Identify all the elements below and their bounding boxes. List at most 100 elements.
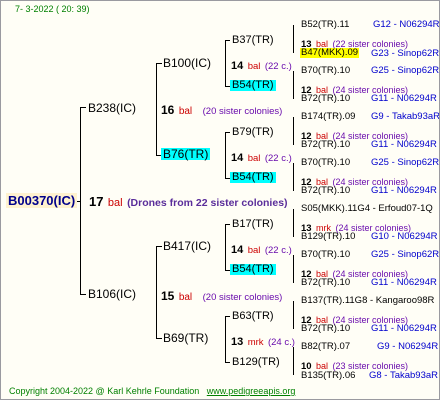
- g4-queen[interactable]: B70(TR).10: [301, 66, 350, 76]
- sister-count: 16: [161, 103, 175, 117]
- ggp-queen[interactable]: B79(TR): [232, 127, 274, 138]
- connector-line: [225, 316, 230, 317]
- pedigree-panel: 7- 3-2022 ( 20: 39) B00370(IC) 17 bal (D…: [0, 0, 440, 400]
- grandparent-drone-info: 14 bal (22 c.): [231, 57, 292, 73]
- g4-queen[interactable]: B72(TR).10: [301, 324, 350, 334]
- connector-line: [225, 316, 226, 362]
- sister-count: 14: [231, 60, 244, 72]
- connector-line: [293, 347, 294, 375]
- g4-queen[interactable]: B47(MKK).09: [300, 48, 360, 58]
- g4-queen[interactable]: B137(TR).11G8 - Kangaroo98R: [301, 296, 434, 306]
- connector-line: [225, 132, 230, 133]
- connector-line: [156, 63, 157, 155]
- sister-note: (20 sister colonies): [202, 292, 283, 303]
- grandparent-queen[interactable]: B100(IC): [163, 57, 211, 69]
- connector-line: [156, 338, 162, 339]
- ggp-queen[interactable]: B54(TR): [230, 264, 276, 275]
- connector-line: [156, 246, 162, 247]
- root-drone-info: 17 bal (Drones from 22 sister colonies): [89, 194, 288, 210]
- sister-count: 17: [89, 194, 104, 209]
- parent-queen[interactable]: B238(IC): [88, 102, 136, 114]
- grandparent-queen[interactable]: B69(TR): [163, 332, 208, 344]
- g4-queen[interactable]: B135(TR).06: [301, 371, 355, 381]
- g4-origin: G9 - N06294R: [377, 341, 439, 352]
- g4-origin: G11 - N06294R: [371, 277, 437, 288]
- race-code: bal: [247, 245, 261, 256]
- parent-queen[interactable]: B106(IC): [88, 288, 136, 300]
- ggp-queen[interactable]: B54(TR): [230, 80, 276, 91]
- g4-queen[interactable]: B72(TR).10: [301, 186, 350, 196]
- ggp-queen[interactable]: B129(TR): [232, 357, 280, 368]
- g4-queen[interactable]: B70(TR).10: [301, 250, 350, 260]
- connector-line: [293, 117, 294, 145]
- race-code: bal: [107, 197, 123, 209]
- root-queen[interactable]: B00370(IC): [6, 193, 78, 208]
- sister-count: 14: [231, 152, 244, 164]
- sister-note: (20 sister colonies): [202, 106, 283, 117]
- connector-line: [293, 71, 294, 99]
- connector-line: [293, 209, 294, 237]
- g4-queen[interactable]: B129(TR).10: [301, 232, 355, 242]
- connector-line: [293, 163, 294, 191]
- g4-queen[interactable]: S05(MKK).11G4 - Erfoud07-1Q: [301, 204, 433, 214]
- site-link[interactable]: www.pedigreeapis.org: [207, 386, 296, 396]
- g4-origin: G25 - Sinop62R: [371, 65, 440, 76]
- g4-queen[interactable]: B52(TR).11: [301, 20, 349, 30]
- connector-line: [225, 40, 226, 86]
- g4-origin: G8 - Takab93aR: [369, 370, 439, 381]
- sister-note: (22 c.): [264, 153, 292, 164]
- grandparent-drone-info: 13 mrk (24 c.): [231, 333, 295, 349]
- g4-origin: G9 - Takab93aR: [371, 111, 440, 122]
- connector-line: [225, 132, 226, 178]
- g4-queen[interactable]: B70(TR).10: [301, 158, 350, 168]
- g4-origin: G11 - N06294R: [371, 323, 437, 334]
- race-code: bal: [247, 61, 261, 72]
- connector-line: [293, 255, 294, 283]
- g4-origin: G25 - Sinop62R: [371, 249, 440, 260]
- g4-origin: G10 - N06294R: [371, 231, 438, 242]
- connector-line: [77, 201, 81, 202]
- grandparent-queen[interactable]: B76(TR): [161, 148, 211, 160]
- g4-origin: G11 - N06294R: [371, 139, 437, 150]
- race-code: bal: [178, 292, 193, 303]
- parent-drone-info: 16 bal (20 sister colonies): [161, 102, 282, 118]
- connector-line: [225, 224, 226, 270]
- g4-queen[interactable]: B72(TR).10: [301, 94, 350, 104]
- g4-queen[interactable]: B82(TR).07: [301, 342, 350, 352]
- race-code: mrk: [247, 337, 264, 348]
- sister-note: (22 c.): [264, 61, 292, 72]
- grandparent-drone-info: 14 bal (22 c.): [231, 149, 292, 165]
- sister-note: (22 c.): [264, 245, 292, 256]
- g4-origin: G23 - Sinop62R: [371, 48, 440, 59]
- drone-note: (Drones from 22 sister colonies): [127, 197, 288, 209]
- connector-line: [225, 224, 230, 225]
- ggp-queen[interactable]: B54(TR): [230, 172, 276, 183]
- sister-note: (24 c.): [267, 337, 295, 348]
- footer-copyright: Copyright 2004-2022 @ Karl Kehrle Founda…: [9, 387, 295, 396]
- grandparent-queen[interactable]: B417(IC): [163, 240, 211, 252]
- connector-line: [80, 107, 86, 108]
- connector-line: [225, 362, 230, 363]
- connector-line: [293, 301, 294, 329]
- connector-line: [293, 25, 294, 53]
- ggp-queen[interactable]: B63(TR): [232, 311, 274, 322]
- g4-origin: G25 - Sinop62R: [371, 157, 440, 168]
- sister-count: 13: [231, 336, 244, 348]
- connector-line: [225, 40, 230, 41]
- g4-origin: G11 - N06294R: [371, 93, 437, 104]
- g4-queen[interactable]: B174(TR).09: [301, 112, 355, 122]
- sister-count: 15: [161, 289, 175, 303]
- race-code: bal: [178, 106, 193, 117]
- ggp-queen[interactable]: B37(TR): [232, 35, 274, 46]
- g4-queen[interactable]: B72(TR).10: [301, 278, 350, 288]
- date-stamp: 7- 3-2022 ( 20: 39): [15, 4, 90, 14]
- race-code: bal: [247, 153, 261, 164]
- grandparent-drone-info: 14 bal (22 c.): [231, 241, 292, 257]
- g4-queen[interactable]: B72(TR).10: [301, 140, 350, 150]
- sister-count: 14: [231, 244, 244, 256]
- g4-origin: G11 - N06294R: [371, 185, 437, 196]
- ggp-queen[interactable]: B17(TR): [232, 219, 274, 230]
- copyright-text: Copyright 2004-2022 @ Karl Kehrle Founda…: [9, 386, 200, 396]
- connector-line: [80, 294, 86, 295]
- connector-line: [156, 246, 157, 338]
